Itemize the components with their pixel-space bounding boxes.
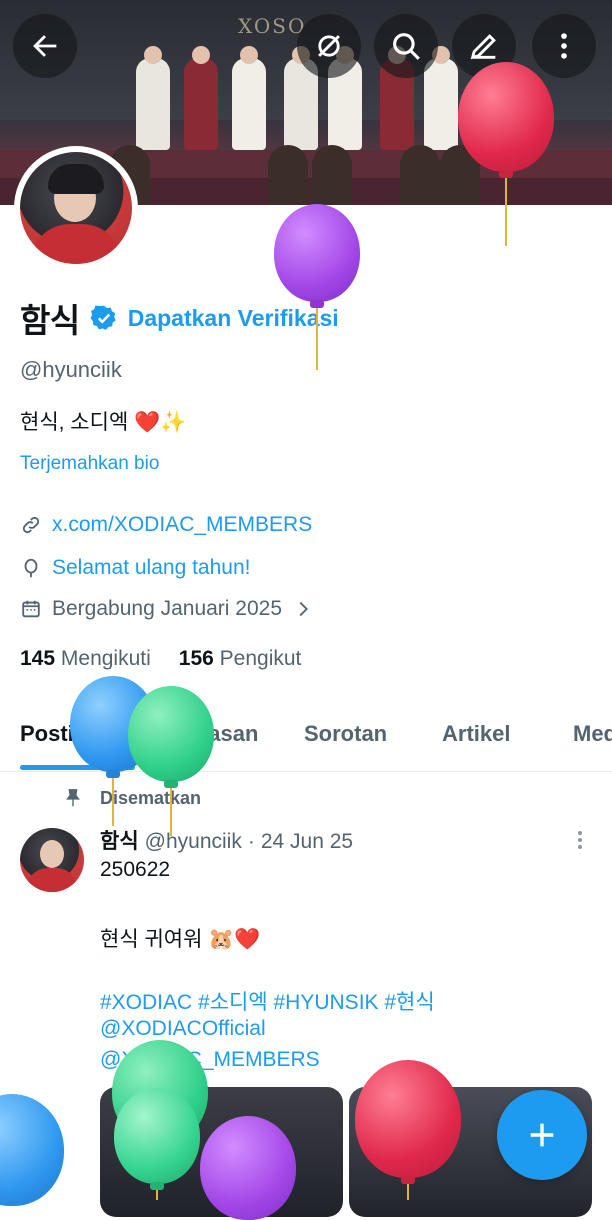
translate-bio-link[interactable]: Terjemahkan bio — [20, 453, 159, 475]
followers-label: Pengikut — [219, 647, 302, 670]
more-vertical-icon — [561, 33, 567, 59]
avatar-shirt — [30, 224, 122, 264]
post-separator: · — [247, 830, 255, 853]
back-button[interactable] — [13, 14, 77, 78]
profile-bio: 현식, 소디엑 ❤️✨ — [20, 411, 187, 434]
balloon-icon — [24, 558, 38, 578]
website-link[interactable]: x.com/XODIAC_MEMBERS — [52, 513, 312, 537]
banner-audience — [268, 145, 308, 205]
post-text-line: 현식 귀여워 🐹❤️ — [100, 928, 261, 951]
profile-handle: @hyunciik — [20, 357, 122, 382]
search-button[interactable] — [374, 14, 438, 78]
post-avatar-face — [40, 840, 64, 868]
banner-performer — [184, 46, 218, 150]
compose-button[interactable] — [497, 1090, 587, 1180]
banner-audience — [312, 145, 352, 205]
mute-icon — [318, 35, 340, 57]
post-avatar[interactable] — [20, 828, 84, 892]
profile-name: 함식 — [20, 302, 80, 339]
edit-icon — [470, 34, 496, 60]
following-count: 145 — [20, 647, 56, 670]
post-date[interactable]: 24 Jun 25 — [261, 830, 353, 854]
balloon-red — [355, 1060, 461, 1200]
banner-audience — [400, 145, 440, 205]
following-label: Mengikuti — [60, 647, 151, 670]
back-arrow-icon — [33, 35, 57, 57]
calendar-icon — [22, 600, 40, 618]
post-hashtags[interactable]: #XODIAC #소디엑 #HYUNSIK #현식 — [100, 986, 435, 1016]
post-more-icon[interactable] — [572, 828, 588, 852]
joined-row[interactable]: Bergabung Januari 2025 — [20, 597, 314, 621]
balloon-purple — [274, 204, 360, 370]
link-icon — [22, 516, 40, 534]
website-row: x.com/XODIAC_MEMBERS — [20, 513, 312, 537]
verified-badge-icon[interactable] — [90, 304, 118, 332]
followers-count: 156 — [178, 647, 214, 670]
balloon-purple — [200, 1116, 296, 1220]
balloon-red — [458, 62, 554, 247]
banner-performer — [136, 46, 170, 150]
plus-icon — [530, 1123, 554, 1147]
avatar-hair — [48, 164, 104, 194]
search-icon — [393, 33, 420, 60]
tab-highlights[interactable]: Sorotan — [304, 721, 387, 747]
banner-text: XOSO — [238, 14, 307, 38]
balloon-green — [128, 686, 214, 836]
joined-text: Bergabung Januari 2025 — [52, 597, 283, 620]
post-text-line: 250622 — [100, 858, 171, 881]
birthday-link[interactable]: Selamat ulang tahun! — [52, 556, 250, 580]
banner-performer — [424, 46, 458, 150]
banner-performer — [232, 46, 266, 150]
chevron-right-icon — [299, 601, 308, 617]
tab-articles[interactable]: Artikel — [442, 721, 510, 747]
balloon-blue — [0, 1094, 64, 1206]
followers-link[interactable]: 156 Pengikut — [179, 647, 302, 671]
post-mention[interactable]: @XODIACOfficial — [100, 1017, 266, 1041]
following-link[interactable]: 145 Mengikuti — [20, 647, 151, 671]
tab-media[interactable]: Media — [573, 721, 612, 747]
balloon-green — [114, 1088, 200, 1200]
birthday-row: Selamat ulang tahun! — [20, 556, 250, 580]
profile-avatar[interactable] — [14, 146, 138, 270]
follow-stats: 145 Mengikuti 156 Pengikut — [20, 647, 301, 671]
avatar-image — [20, 152, 132, 264]
mute-button[interactable] — [297, 14, 361, 78]
post-avatar-shirt — [26, 868, 78, 892]
